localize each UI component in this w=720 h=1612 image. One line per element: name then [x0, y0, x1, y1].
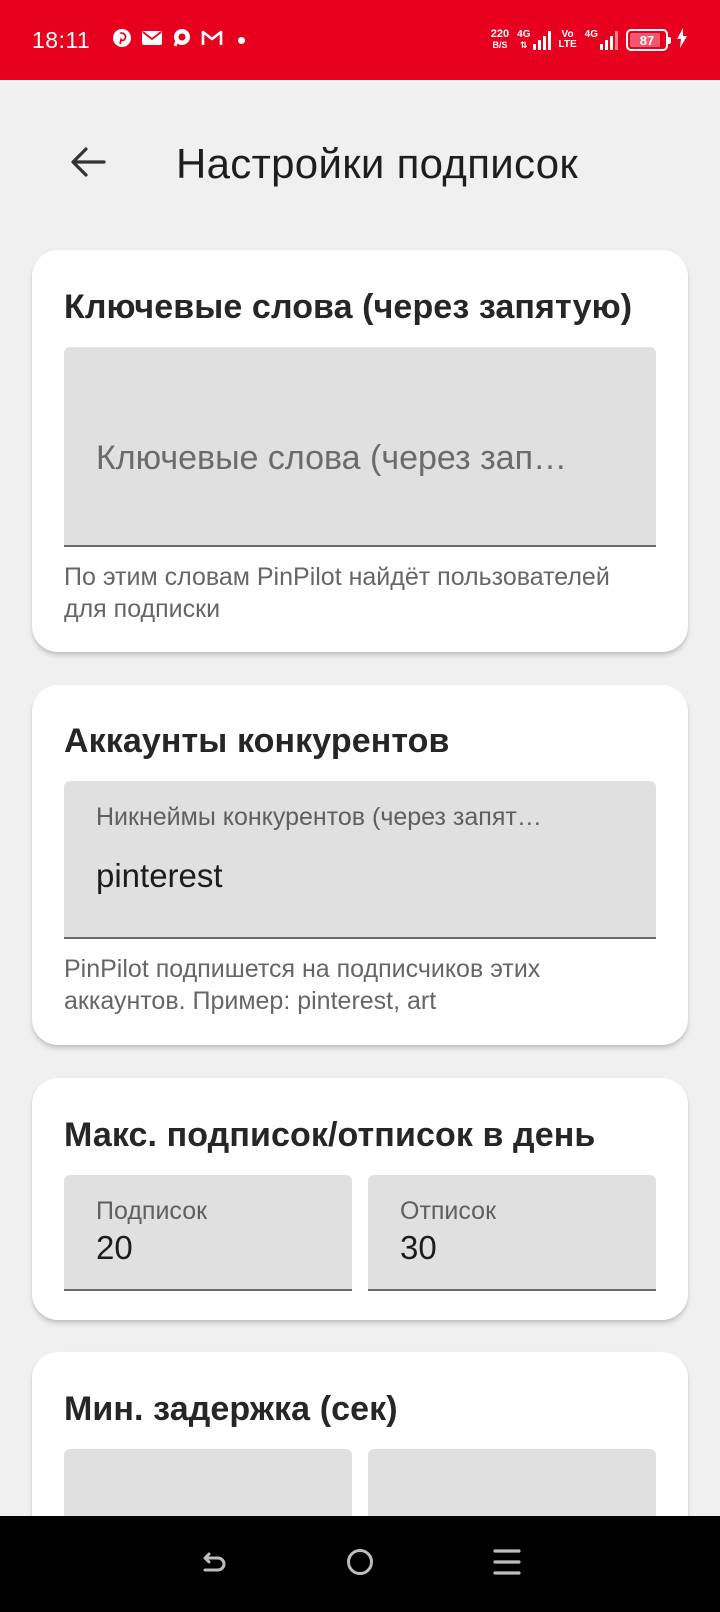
volte-bottom: LTE — [558, 39, 577, 50]
min-delay-title: Мин. задержка (сек) — [64, 1390, 398, 1428]
max-per-day-fields: Подписок 20 Отписок 30 — [64, 1175, 656, 1291]
mail-icon — [141, 29, 163, 52]
competitors-input-value: pinterest — [96, 857, 223, 894]
keywords-input[interactable]: Ключевые слова (через зап… — [64, 347, 656, 547]
gmail-icon — [201, 29, 223, 52]
sim1-signal: 4G ⇅ — [517, 29, 551, 51]
nav-back-button[interactable] — [183, 1534, 243, 1594]
system-nav-bar — [0, 1516, 720, 1612]
nav-back-icon — [198, 1547, 228, 1582]
app-header: Настройки подписок — [0, 80, 720, 260]
status-left: 18:11 — [32, 26, 246, 54]
battery-icon: 87 — [626, 29, 671, 51]
net-speed: 220 B/S — [491, 29, 509, 51]
max-per-day-title: Макс. подписок/отписок в день — [64, 1116, 596, 1154]
keywords-input-placeholder: Ключевые слова (через зап… — [96, 439, 568, 477]
competitors-input-label: Никнеймы конкурентов (через запят… — [96, 803, 542, 831]
keywords-helper-text: По этим словам PinPilot найдёт пользоват… — [64, 563, 610, 623]
nav-home-icon — [345, 1547, 375, 1582]
net-speed-unit: B/S — [492, 40, 508, 50]
pinterest-icon — [112, 28, 132, 53]
status-bar: 18:11 220 B/S 4G ⇅ Vo LTE 4G 87 — [0, 0, 720, 80]
sim1-type: 4G ⇅ — [517, 29, 531, 51]
nav-menu-icon — [492, 1547, 522, 1582]
max-follow-label: Подписок — [96, 1197, 208, 1225]
sim2-signal: 4G — [585, 30, 618, 50]
keywords-title: Ключевые слова (через запятую) — [64, 288, 633, 326]
arrow-back-icon — [70, 146, 106, 183]
sim2-type: 4G — [584, 29, 598, 40]
data-arrows-icon: ⇅ — [520, 40, 528, 50]
nav-home-button[interactable] — [330, 1534, 390, 1594]
status-time: 18:11 — [32, 26, 91, 53]
max-unfollow-label: Отписок — [400, 1197, 497, 1225]
max-unfollow-input[interactable]: Отписок 30 — [368, 1175, 656, 1291]
back-button[interactable] — [58, 138, 118, 190]
max-unfollow-value: 30 — [400, 1229, 437, 1266]
max-follow-value: 20 — [96, 1229, 133, 1266]
competitors-card: Аккаунты конкурентов Никнеймы конкуренто… — [32, 685, 688, 1045]
chat-icon — [172, 28, 192, 53]
nav-menu-button[interactable] — [477, 1534, 537, 1594]
battery-level: 87 — [639, 32, 655, 48]
charging-icon — [676, 27, 688, 53]
sim1-type-label: 4G — [517, 29, 531, 40]
max-per-day-card: Макс. подписок/отписок в день Подписок 2… — [32, 1078, 688, 1320]
net-speed-value: 220 — [490, 28, 510, 40]
competitors-title: Аккаунты конкурентов — [64, 722, 450, 760]
signal-bars-icon — [600, 30, 618, 50]
competitors-helper-text: PinPilot подпишется на подписчиков этих … — [64, 955, 541, 1015]
signal-bars-icon — [532, 30, 551, 50]
notification-icons — [112, 28, 246, 53]
max-follow-input[interactable]: Подписок 20 — [64, 1175, 352, 1291]
competitors-input[interactable]: Никнеймы конкурентов (через запят… pinte… — [64, 781, 656, 939]
page-title: Настройки подписок — [176, 140, 579, 187]
keywords-card: Ключевые слова (через запятую) Ключевые … — [32, 250, 688, 652]
volte-indicator: Vo LTE — [559, 30, 577, 50]
status-right: 220 B/S 4G ⇅ Vo LTE 4G 87 — [491, 27, 688, 53]
more-notifications-dot — [238, 36, 246, 44]
